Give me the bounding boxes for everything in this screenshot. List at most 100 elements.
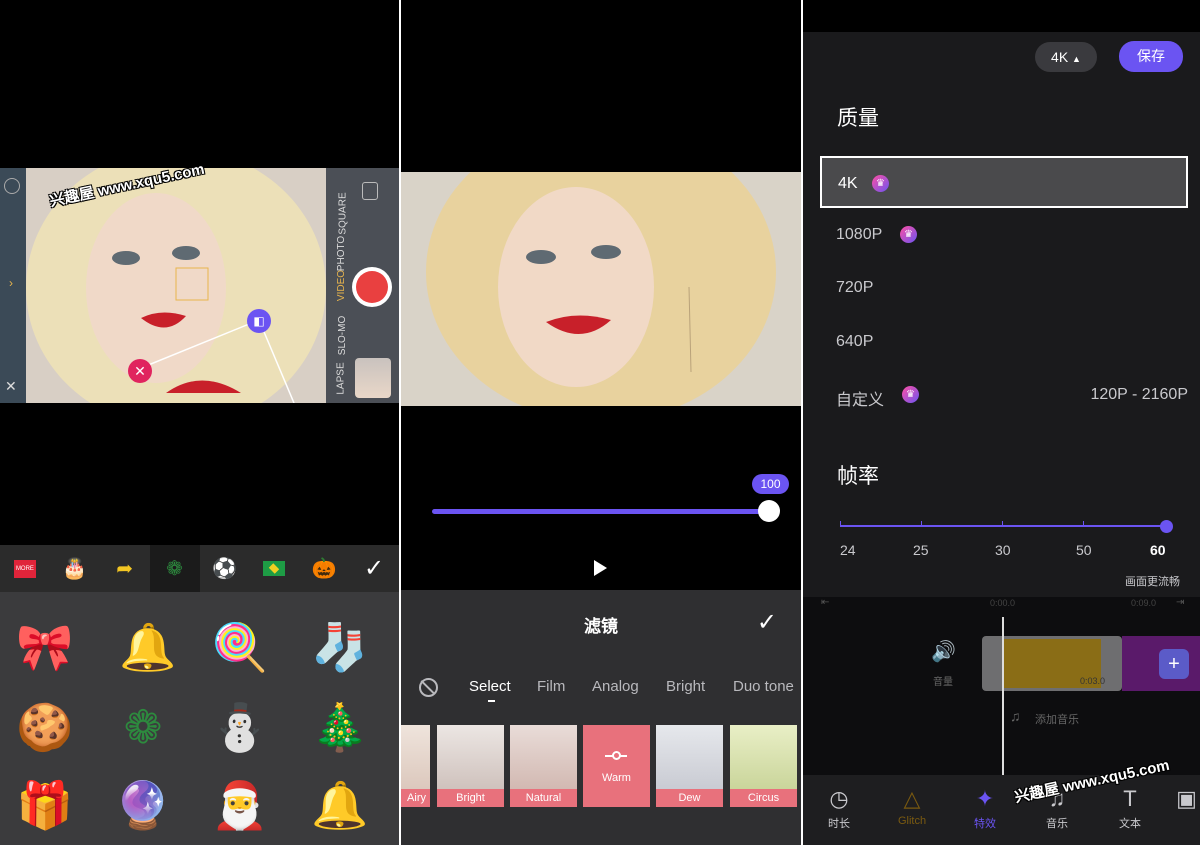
checkmark-icon[interactable]: ✓: [757, 608, 777, 637]
quality-option-1080p[interactable]: 1080P ♛: [820, 209, 1188, 261]
cake-icon[interactable]: 🎂: [50, 545, 100, 592]
quality-option-640p[interactable]: 640P: [820, 316, 1188, 368]
filter-label: Warm: [602, 772, 631, 784]
save-button[interactable]: 保存: [1119, 41, 1183, 72]
export-screen: 4K ▲ 保存 质量 4K ♛ 1080P ♛ 720P 640P 自定义 ♛ …: [803, 0, 1200, 845]
fps-slider[interactable]: [840, 525, 1166, 527]
sticker-santa[interactable]: 🎅: [200, 770, 280, 840]
tab-film[interactable]: Film: [537, 678, 565, 695]
tab-duo-tone[interactable]: Duo tone: [733, 678, 794, 695]
tab-select-indicator: [488, 700, 495, 702]
checkmark-icon[interactable]: ✓: [349, 545, 399, 592]
resolution-dropdown[interactable]: 4K ▲: [1035, 42, 1097, 72]
tab-bright[interactable]: Bright: [666, 678, 705, 695]
flag-icon[interactable]: [249, 545, 299, 592]
sticker-bow[interactable]: 🎀: [5, 612, 85, 682]
mode-slo-mo[interactable]: SLO-MO: [337, 316, 348, 355]
filter-dew[interactable]: Dew: [656, 725, 723, 807]
nav-text[interactable]: T 文本: [1105, 783, 1155, 831]
add-clip-button[interactable]: +: [1159, 649, 1189, 679]
nav-label: Glitch: [897, 815, 927, 827]
glitch-icon: △: [903, 786, 921, 811]
quality-option-custom[interactable]: 自定义 ♛ 120P - 2160P: [820, 369, 1188, 421]
switch-camera-icon[interactable]: [362, 182, 378, 200]
sticker-bell[interactable]: 🔔: [108, 612, 188, 682]
volume-icon[interactable]: 🔊: [931, 639, 956, 664]
no-filter-icon[interactable]: [419, 678, 438, 697]
preview-photo: [401, 172, 801, 406]
pumpkin-icon[interactable]: 🎃: [299, 545, 349, 592]
fps-label-60: 60: [1150, 542, 1166, 558]
timeline-end-icon[interactable]: ⇥: [1176, 597, 1184, 608]
nav-duration[interactable]: ◷ 时长: [814, 783, 864, 831]
intensity-slider[interactable]: [432, 509, 770, 514]
nav-label: 特效: [974, 818, 996, 830]
nav-glitch[interactable]: △ Glitch: [887, 783, 937, 827]
close-icon[interactable]: ✕: [5, 378, 17, 395]
flash-icon[interactable]: [4, 178, 20, 194]
chevron-right-icon[interactable]: ›: [9, 276, 13, 290]
caret-up-icon: ▲: [1072, 54, 1081, 64]
quality-option-720p[interactable]: 720P: [820, 262, 1188, 314]
sticker-snow-globe[interactable]: 🔮: [103, 770, 183, 840]
remove-sticker-button[interactable]: ✕: [128, 359, 152, 383]
mode-square[interactable]: SQUARE: [338, 192, 349, 234]
filter-circus[interactable]: Circus: [730, 725, 797, 807]
nav-label: 文本: [1119, 818, 1141, 830]
filter-airy[interactable]: Airy: [401, 725, 430, 807]
filter-label: Bright: [437, 789, 504, 807]
sticker-gingerbread[interactable]: 🍪: [5, 692, 85, 762]
timeline-mark-time: 0:09.0: [1131, 598, 1157, 608]
quality-option-4k[interactable]: 4K ♛: [820, 156, 1188, 208]
clock-icon: ◷: [829, 786, 849, 811]
sticker-candy-cane[interactable]: 🍭: [200, 612, 280, 682]
tab-analog[interactable]: Analog: [592, 678, 639, 695]
nav-effects[interactable]: ✦ 特效: [960, 783, 1010, 831]
adjust-icon: [605, 751, 627, 760]
sticker-icon: ▣: [1176, 786, 1197, 811]
timeline-start-icon[interactable]: ⇤: [821, 597, 829, 608]
mode-lapse[interactable]: LAPSE: [336, 362, 347, 394]
playhead[interactable]: [1002, 617, 1004, 777]
add-music-button[interactable]: 添加音乐: [1035, 711, 1079, 727]
sticker-wreath[interactable]: ❁: [103, 692, 183, 762]
resolution-value: 4K: [1051, 49, 1069, 65]
filter-natural[interactable]: Natural: [510, 725, 577, 807]
fps-tick: [921, 521, 922, 527]
text-icon: T: [1123, 786, 1137, 811]
record-button[interactable]: [352, 267, 392, 307]
nav-more[interactable]: ▣: [1173, 783, 1200, 815]
filter-label: Circus: [730, 789, 797, 807]
filter-warm[interactable]: Warm: [583, 725, 650, 807]
quality-label: 4K: [838, 175, 858, 192]
fps-label-25: 25: [913, 542, 929, 558]
clip-duration: 0:03.0: [1080, 676, 1106, 686]
wreath-icon[interactable]: ❁: [149, 545, 200, 592]
soccer-icon[interactable]: ⚽: [200, 545, 250, 592]
timeline-start-time: 0:00.0: [990, 598, 1016, 608]
gallery-thumbnail[interactable]: [355, 358, 391, 398]
status-bar: [803, 0, 1200, 32]
mode-video[interactable]: VIDEO: [336, 270, 347, 301]
filter-bright[interactable]: Bright: [437, 725, 504, 807]
custom-range: 120P - 2160P: [1090, 386, 1188, 403]
tab-select[interactable]: Select: [469, 678, 511, 695]
more-tab-icon[interactable]: MORE: [0, 545, 50, 592]
sticker-bells[interactable]: 🔔: [300, 770, 380, 840]
volume-label: 音量: [933, 677, 953, 688]
sticker-stocking[interactable]: 🧦: [300, 612, 380, 682]
intensity-slider-handle[interactable]: [758, 500, 780, 522]
bottom-nav: ◷ 时长 △ Glitch ✦ 特效 ♫ 音乐 T 文本 ▣: [803, 775, 1200, 845]
sticker-grid: 🎀 🔔 🍭 🧦 🍪 ❁ ⛄ 🎄 🎁 🔮 🎅 🔔: [0, 592, 399, 845]
sticker-snowman[interactable]: ⛄: [200, 692, 280, 762]
filter-thumbnail: [437, 725, 504, 789]
sticker-christmas-tree[interactable]: 🎄: [300, 692, 380, 762]
play-icon[interactable]: [594, 560, 607, 576]
flip-sticker-button[interactable]: ◧: [247, 309, 271, 333]
quality-label: 自定义: [836, 392, 885, 409]
arrow-icon[interactable]: ➦: [100, 545, 150, 592]
filter-thumbnail: [401, 725, 430, 789]
fps-slider-handle[interactable]: [1160, 520, 1173, 533]
mode-photo[interactable]: PHOTO: [336, 236, 347, 271]
sticker-gift-bag[interactable]: 🎁: [5, 770, 85, 840]
